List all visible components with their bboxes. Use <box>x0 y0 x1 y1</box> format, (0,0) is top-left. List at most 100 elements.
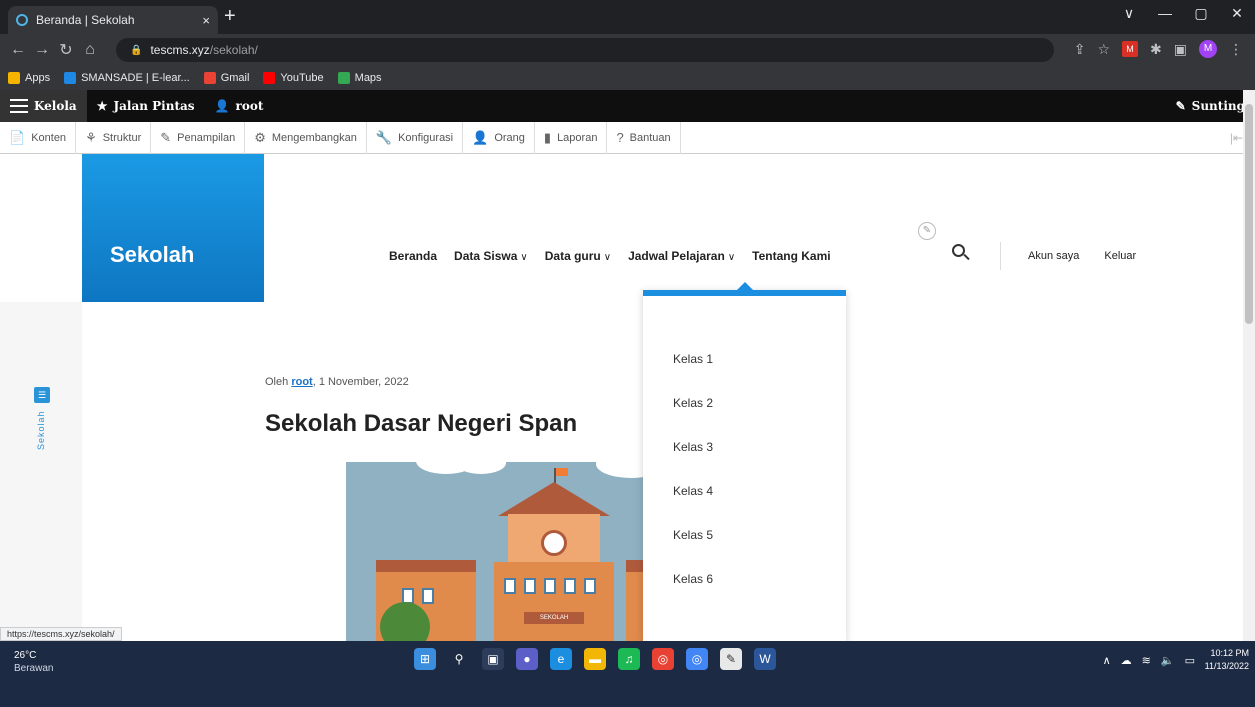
dropdown-item-kelas-2[interactable]: Kelas 2 <box>673 396 713 410</box>
nav-label: Data guru <box>544 249 601 263</box>
bookmark-label: Gmail <box>220 72 250 84</box>
paintbrush-icon: ✎ <box>160 129 172 145</box>
bookmark-smansade[interactable]: SMANSADE | E-lear... <box>64 72 190 84</box>
edit-label: Sunting <box>1191 99 1245 113</box>
menu-reports[interactable]: ▮ Laporan <box>535 121 608 154</box>
manage-tab[interactable]: Kelola <box>0 90 87 122</box>
menu-label: Bantuan <box>629 131 671 144</box>
nav-my-account[interactable]: Akun saya <box>1028 250 1079 262</box>
back-arrow-icon[interactable]: ← <box>6 41 30 59</box>
rss-icon[interactable]: ☰ <box>34 387 50 403</box>
bookmark-apps[interactable]: Apps <box>8 72 50 84</box>
word-icon[interactable]: W <box>754 648 776 670</box>
reload-icon[interactable]: ↻ <box>54 40 78 60</box>
file-explorer-icon[interactable]: ▬ <box>584 648 606 670</box>
dropdown-item-kelas-1[interactable]: Kelas 1 <box>673 352 713 366</box>
nav-logout[interactable]: Keluar <box>1104 250 1136 262</box>
bookmark-maps[interactable]: Maps <box>337 72 382 84</box>
taskbar-clock[interactable]: 10:12 PM 11/13/2022 <box>1205 647 1249 673</box>
home-icon[interactable]: ⌂ <box>78 41 102 59</box>
site-name[interactable]: Sekolah <box>110 242 194 268</box>
chrome-icon[interactable]: ◎ <box>652 648 674 670</box>
bookmark-star-icon[interactable]: ☆ <box>1097 41 1110 58</box>
author-link[interactable]: root <box>291 376 312 388</box>
browser-tab[interactable]: Beranda | Sekolah × <box>8 6 218 34</box>
bookmark-gmail[interactable]: Gmail <box>203 72 250 84</box>
nav-data-siswa[interactable]: Data Siswa ∨ <box>454 249 528 263</box>
bookmark-label: Maps <box>354 72 382 84</box>
profile-avatar[interactable]: M <box>1199 40 1217 58</box>
menu-configuration[interactable]: 🔧 Konfigurasi <box>367 121 464 154</box>
admin-menu-tray: 📄 Konten ⚘ Struktur ✎ Penampilan ⚙ Menge… <box>0 121 1255 154</box>
tab-close-icon[interactable]: × <box>202 13 210 28</box>
article-date: , 1 November, 2022 <box>312 376 409 388</box>
new-tab-button[interactable]: + <box>224 5 236 28</box>
scrollbar-thumb[interactable] <box>1245 104 1253 324</box>
tab-title: Beranda | Sekolah <box>36 13 135 27</box>
page-scrollbar[interactable] <box>1243 90 1255 641</box>
nav-label: Data Siswa <box>454 249 518 263</box>
edit-tab[interactable]: ✎ Sunting <box>1166 90 1255 122</box>
tab-search-icon[interactable]: ∨ <box>1111 0 1147 30</box>
taskbar-apps: ⊞ ⚲ ▣ ● e ▬ ♫ ◎ ◎ ✎ W <box>414 648 776 670</box>
minimize-button[interactable]: — <box>1147 0 1183 30</box>
menu-content[interactable]: 📄 Konten <box>0 121 77 154</box>
teams-chat-icon[interactable]: ● <box>516 648 538 670</box>
dropdown-item-kelas-5[interactable]: Kelas 5 <box>673 528 713 542</box>
taskbar-search-icon[interactable]: ⚲ <box>448 648 470 670</box>
apps-grid-icon <box>8 72 20 84</box>
address-bar[interactable]: 🔒 tescms.xyz /sekolah/ <box>116 38 1054 62</box>
nav-data-guru[interactable]: Data guru ∨ <box>545 249 611 263</box>
share-icon[interactable]: ⇪ <box>1074 41 1086 58</box>
menu-structure[interactable]: ⚘ Struktur <box>76 121 152 154</box>
task-view-icon[interactable]: ▣ <box>482 648 504 670</box>
menu-help[interactable]: ? Bantuan <box>607 121 681 154</box>
forward-arrow-icon[interactable]: → <box>30 41 54 59</box>
chevron-down-icon: ∨ <box>520 252 528 263</box>
dropdown-item-kelas-4[interactable]: Kelas 4 <box>673 484 713 498</box>
close-window-button[interactable]: ✕ <box>1219 0 1255 30</box>
menu-kebab-icon[interactable]: ⋮ <box>1229 41 1243 58</box>
dropdown-item-kelas-3[interactable]: Kelas 3 <box>673 440 713 454</box>
maximize-button[interactable]: ▢ <box>1183 0 1219 30</box>
edge-icon[interactable]: e <box>550 648 572 670</box>
bookmarks-bar: Apps SMANSADE | E-lear... Gmail YouTube … <box>0 66 1255 90</box>
header-left-blank <box>0 154 82 302</box>
nav-beranda[interactable]: Beranda <box>389 249 437 263</box>
spotify-icon[interactable]: ♫ <box>618 648 640 670</box>
paint-icon[interactable]: ✎ <box>720 648 742 670</box>
menu-extend[interactable]: ⚙ Mengembangkan <box>245 121 367 154</box>
bookmark-youtube[interactable]: YouTube <box>263 72 324 84</box>
menu-label: Konfigurasi <box>398 131 454 144</box>
extensions-puzzle-icon[interactable]: ✱ <box>1150 41 1162 58</box>
tray-cloud-icon[interactable]: ☁ <box>1121 654 1132 667</box>
site-branding[interactable]: Sekolah <box>82 154 264 302</box>
volume-icon[interactable]: 🔈 <box>1161 654 1175 667</box>
chrome-profile-icon[interactable]: ◎ <box>686 648 708 670</box>
dropdown-item-kelas-6[interactable]: Kelas 6 <box>673 572 713 586</box>
contextual-edit-icon[interactable]: ✎ <box>918 222 936 240</box>
extension-icon[interactable]: M <box>1122 41 1139 57</box>
menu-people[interactable]: 👤 Orang <box>463 121 535 154</box>
chevron-down-icon: ∨ <box>727 252 736 263</box>
side-panel-icon[interactable]: ▣ <box>1174 41 1187 58</box>
tray-chevron-up-icon[interactable]: ∧ <box>1103 654 1111 667</box>
window-controls: ∨ — ▢ ✕ <box>1111 0 1255 30</box>
user-tab[interactable]: 👤 root <box>205 90 274 122</box>
help-icon: ? <box>616 130 624 145</box>
puzzle-icon: ⚙ <box>254 129 266 145</box>
menu-label: Struktur <box>102 131 142 144</box>
pencil-icon: ✎ <box>1175 99 1186 113</box>
lock-icon[interactable]: 🔒 <box>130 45 142 56</box>
menu-appearance[interactable]: ✎ Penampilan <box>151 121 246 154</box>
nav-tentang-kami[interactable]: Tentang Kami <box>752 249 830 263</box>
weather-widget[interactable]: 26°C Berawan <box>14 649 53 675</box>
shortcuts-tab[interactable]: ★ Jalan Pintas <box>87 90 205 122</box>
jadwal-dropdown-menu: Kelas 1 Kelas 2 Kelas 3 Kelas 4 Kelas 5 … <box>643 282 846 641</box>
battery-icon[interactable]: ▭ <box>1185 654 1195 667</box>
nav-jadwal-pelajaran[interactable]: Jadwal Pelajaran ∨ <box>628 249 735 263</box>
windows-start-icon[interactable]: ⊞ <box>414 648 436 670</box>
search-icon[interactable] <box>952 244 970 262</box>
bookmark-label: SMANSADE | E-lear... <box>81 72 190 84</box>
wifi-icon[interactable]: ≋ <box>1142 654 1151 667</box>
